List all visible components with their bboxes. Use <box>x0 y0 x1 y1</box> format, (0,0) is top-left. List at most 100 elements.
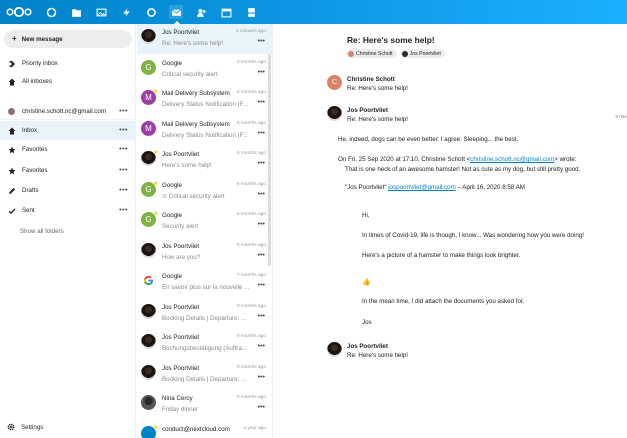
quote-intro-text: > wrote: <box>554 156 577 163</box>
mail-icon[interactable] <box>169 5 183 24</box>
avatar <box>141 364 156 380</box>
files-icon[interactable] <box>69 5 83 19</box>
message-subject-text: Booking Details | Departure: ... <box>162 314 247 322</box>
more-options-icon[interactable]: ••• <box>258 99 265 106</box>
activity-icon[interactable] <box>119 5 133 19</box>
new-message-button[interactable]: + New message <box>4 30 132 48</box>
star-icon <box>7 145 16 154</box>
new-message-label: New message <box>21 35 63 43</box>
participant-name: Jos Poortvliet <box>409 50 441 57</box>
more-options-icon[interactable]: ••• <box>258 69 265 76</box>
nav-item-inbox[interactable]: Inbox ••• <box>0 121 136 140</box>
thumbs-up-icon: 👍 <box>362 279 371 286</box>
favorite-star-icon[interactable]: ★ <box>153 89 159 95</box>
nav-item-priority-inbox[interactable]: Priority inbox <box>0 54 136 73</box>
more-options-icon[interactable]: ••• <box>119 108 128 115</box>
more-options-icon[interactable]: ••• <box>258 404 265 411</box>
message-subject-text: Delivery Status Notification (F... <box>162 101 248 108</box>
more-options-icon[interactable]: ••• <box>258 221 265 228</box>
inbox-icon <box>7 126 16 135</box>
message-list-item[interactable]: Jos Poortvliet 9 months ago Booking Detail… <box>137 360 272 390</box>
photos-icon[interactable] <box>94 5 108 19</box>
message-subject: How are you? <box>162 254 257 261</box>
more-options-icon[interactable]: ••• <box>119 127 128 134</box>
message-list-item[interactable]: Jos Poortvliet 3 minutes ago Re: Here's so… <box>137 24 272 54</box>
message-list-item[interactable]: G ★ Google 5 months ago Security alert ••• <box>137 207 272 237</box>
message-list: Jos Poortvliet 3 minutes ago Re: Here's so… <box>137 24 273 438</box>
nav-item-all-inboxes[interactable]: All inboxes <box>0 72 136 91</box>
nextcloud-logo[interactable] <box>6 6 32 18</box>
message-list-item[interactable]: M ★ Mail Delivery Subsystem 5 months ago Del… <box>137 85 272 115</box>
nav-item-label: All inboxes <box>22 78 52 85</box>
message-date: 9 months ago <box>236 395 266 400</box>
more-options-icon[interactable]: ••• <box>258 130 265 137</box>
more-options-icon[interactable]: ••• <box>258 191 265 198</box>
quote-line: That is one heck of an awesome hamster! … <box>345 166 581 173</box>
favorite-star-icon[interactable]: ★ <box>153 425 159 431</box>
pencil-icon <box>7 186 16 195</box>
message-subject: Buchungsbestätigung (Auftra... <box>162 345 257 352</box>
message-list-item[interactable]: Google 7 months ago En savoir plus sur la … <box>137 268 272 298</box>
more-options-icon[interactable]: ••• <box>258 252 265 259</box>
message-subject-text: Critical security alert <box>168 192 225 200</box>
message-list-item[interactable]: Nina Cercy 9 months ago Friday dinner ••• <box>137 390 272 420</box>
message-list-item[interactable]: G ★ Google 5 months ago ⊘ Critical security … <box>137 177 272 207</box>
message-detail: Re: Here's some help! Christine Schott J… <box>274 24 627 438</box>
contacts-icon[interactable] <box>194 5 208 19</box>
avatar <box>141 242 156 258</box>
message-date: 9 months ago <box>236 364 266 370</box>
avatar <box>141 395 156 410</box>
more-options-icon[interactable]: ••• <box>119 146 128 153</box>
more-options-icon[interactable]: ••• <box>119 207 128 214</box>
quote-text: In the mean time, I did attach the docum… <box>362 298 525 305</box>
plus-icon: + <box>12 34 17 43</box>
more-options-icon[interactable]: ••• <box>258 374 265 381</box>
message-subject: Re: Here's some help! <box>347 352 409 359</box>
nav-item-account[interactable]: christine.schott.nc@gmail.com ••• <box>0 102 136 121</box>
nav-item-label: Inbox <box>22 127 38 134</box>
settings-label: Settings <box>21 423 44 431</box>
message-list-item[interactable]: Jos Poortvliet 9 months ago Buchungsbestät… <box>137 329 272 359</box>
nav-item-label: Sent <box>22 207 35 214</box>
favorite-star-icon[interactable]: ★ <box>153 150 159 156</box>
favorite-star-icon[interactable]: ★ <box>153 181 159 187</box>
message-date: a year ago <box>243 425 266 431</box>
message-sender: Jos Poortvliet <box>162 29 200 36</box>
dashboard-icon[interactable] <box>44 5 58 19</box>
email-link[interactable]: jospoortvliet@gmail.com <box>388 184 456 191</box>
thread-title: Re: Here's some help! <box>347 35 435 45</box>
participant-chip[interactable]: Jos Poortvliet <box>399 49 445 58</box>
more-options-icon[interactable]: ••• <box>258 343 265 350</box>
sender-name: Jos Poortvliet <box>347 107 388 114</box>
more-options-icon[interactable]: ••• <box>258 160 265 167</box>
search-icon[interactable] <box>144 5 158 19</box>
show-all-folders-link[interactable]: Show all folders <box>20 228 64 235</box>
favorite-star-icon[interactable]: ★ <box>153 211 159 217</box>
message-list-item[interactable]: ★ conduct@nextcloud.com a year ago <box>137 421 272 438</box>
message-sender: Nina Cercy <box>162 395 193 402</box>
participant-chip[interactable]: Christine Schott <box>346 49 397 58</box>
quote-signature: Jos <box>362 319 372 326</box>
message-date: 9 months ago <box>236 334 266 339</box>
email-link[interactable]: christine.schott.nc@gmail.com <box>470 156 554 163</box>
message-list-item[interactable]: G Google 2 months ago Critical security ale… <box>137 55 272 85</box>
message-date: 3 minutes ago <box>235 29 266 34</box>
message-list-item[interactable]: M Mail Delivery Subsystem 5 months ago Deli… <box>137 116 272 146</box>
message-list-item[interactable]: Jos Poortvliet 9 months ago Booking Detail… <box>137 299 272 329</box>
message-list-item[interactable]: ★ Jos Poortvliet 5 months ago Here's some h… <box>137 146 272 176</box>
nav-item-favorites-2[interactable]: Favorites ••• <box>0 161 136 180</box>
nav-item-favorites[interactable]: Favorites ••• <box>0 140 136 159</box>
message-sender: Google <box>162 181 182 189</box>
more-options-icon[interactable]: ••• <box>258 313 265 320</box>
more-options-icon[interactable]: ••• <box>119 167 128 174</box>
more-options-icon[interactable]: ••• <box>119 187 128 194</box>
deck-icon[interactable] <box>244 5 258 19</box>
quote-text: Here's a picture of a hamster to make th… <box>362 252 521 259</box>
settings-button[interactable]: Settings <box>7 423 43 431</box>
nav-item-drafts[interactable]: Drafts ••• <box>0 181 136 200</box>
more-options-icon[interactable]: ••• <box>258 282 265 289</box>
calendar-icon[interactable] <box>219 5 233 19</box>
more-options-icon[interactable]: ••• <box>258 38 265 45</box>
message-list-item[interactable]: Jos Poortvliet 5 months ago How are you? ••… <box>137 238 272 268</box>
nav-item-sent[interactable]: Sent ••• <box>0 201 136 220</box>
